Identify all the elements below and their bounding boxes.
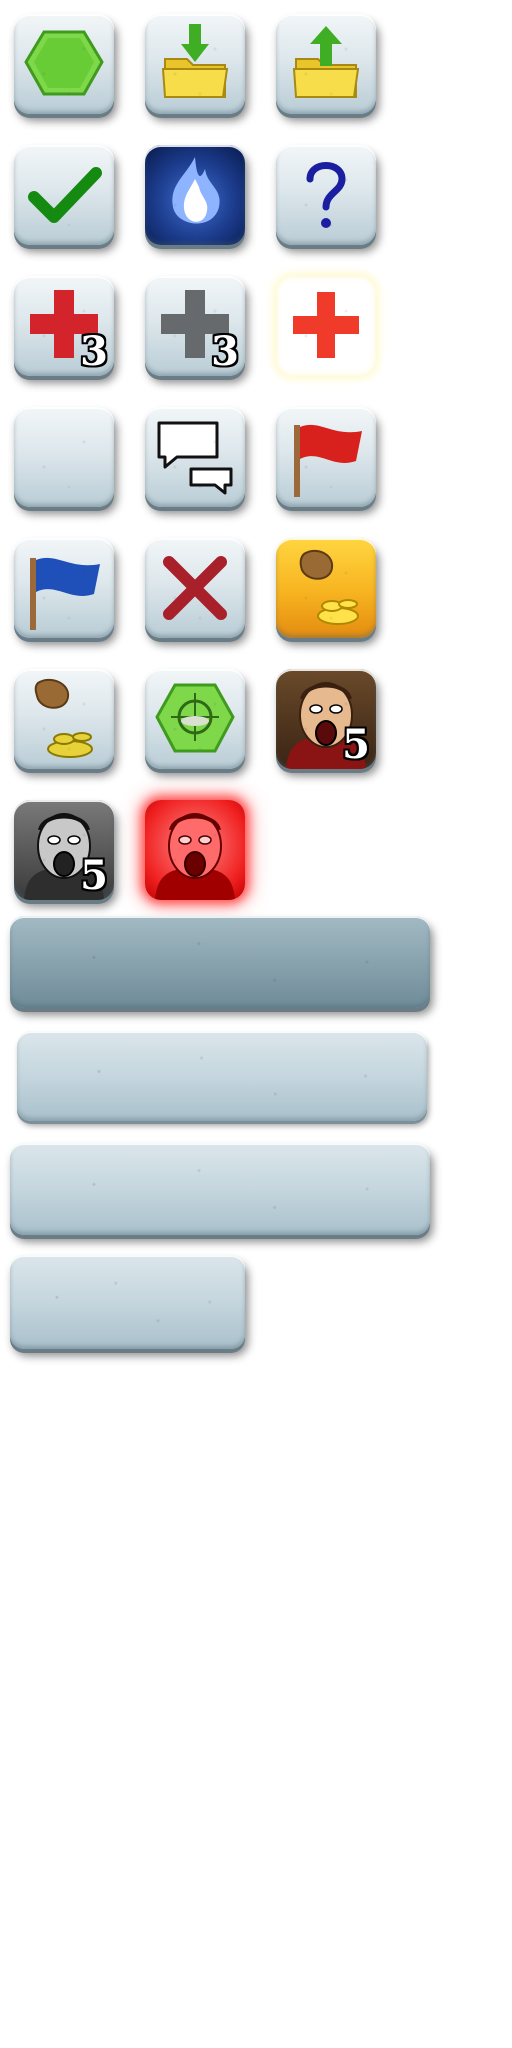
blue-flame-icon	[172, 157, 220, 224]
wide-bar-dark[interactable]	[10, 916, 430, 1008]
wide-bar-flat[interactable]	[17, 1031, 427, 1121]
count-label: 5	[80, 852, 108, 899]
villain-gray-button[interactable]: 5	[14, 800, 114, 900]
confirm-button[interactable]	[14, 145, 114, 245]
crosshair-hexagon-icon	[155, 683, 235, 753]
count-label: 5	[342, 721, 370, 768]
sprite-sheet: 3 3 5 5	[0, 0, 512, 2048]
heal-red-button[interactable]: 3	[14, 276, 114, 376]
fire-button[interactable]	[145, 145, 245, 245]
blank-button[interactable]	[14, 407, 114, 507]
villain-red-button[interactable]	[145, 800, 245, 900]
screaming-man-red-portrait-icon	[155, 813, 235, 900]
speech-bubbles-icon	[157, 421, 233, 495]
villain-color-button[interactable]: 5	[276, 669, 376, 769]
hexagon-button[interactable]	[14, 14, 114, 114]
cancel-button[interactable]	[145, 538, 245, 638]
count-label: 3	[80, 328, 108, 375]
target-hex-button[interactable]	[145, 669, 245, 769]
help-button[interactable]	[276, 145, 376, 245]
folder-download-icon	[161, 24, 229, 98]
red-flag-icon	[294, 424, 362, 497]
chat-button[interactable]	[145, 407, 245, 507]
heal-highlight-button[interactable]	[276, 276, 376, 376]
save-button[interactable]	[276, 14, 376, 114]
money-bag-coins-icon	[299, 549, 359, 625]
red-cross-icon	[293, 292, 359, 358]
gold-money-button[interactable]	[276, 538, 376, 638]
green-checkmark-icon	[28, 167, 102, 223]
red-x-icon	[163, 556, 227, 620]
load-button[interactable]	[145, 14, 245, 114]
red-flag-button[interactable]	[276, 407, 376, 507]
count-label: 3	[211, 328, 239, 375]
folder-upload-icon	[292, 26, 360, 98]
heal-gray-button[interactable]: 3	[145, 276, 245, 376]
wide-bar-light[interactable]	[10, 1143, 430, 1235]
question-mark-icon	[306, 162, 346, 228]
short-bar[interactable]	[10, 1255, 245, 1349]
money-button[interactable]	[14, 669, 114, 769]
blue-flag-button[interactable]	[14, 538, 114, 638]
blue-flag-icon	[30, 557, 100, 630]
green-hexagon-icon	[24, 30, 104, 96]
money-bag-coins-icon	[34, 678, 93, 758]
